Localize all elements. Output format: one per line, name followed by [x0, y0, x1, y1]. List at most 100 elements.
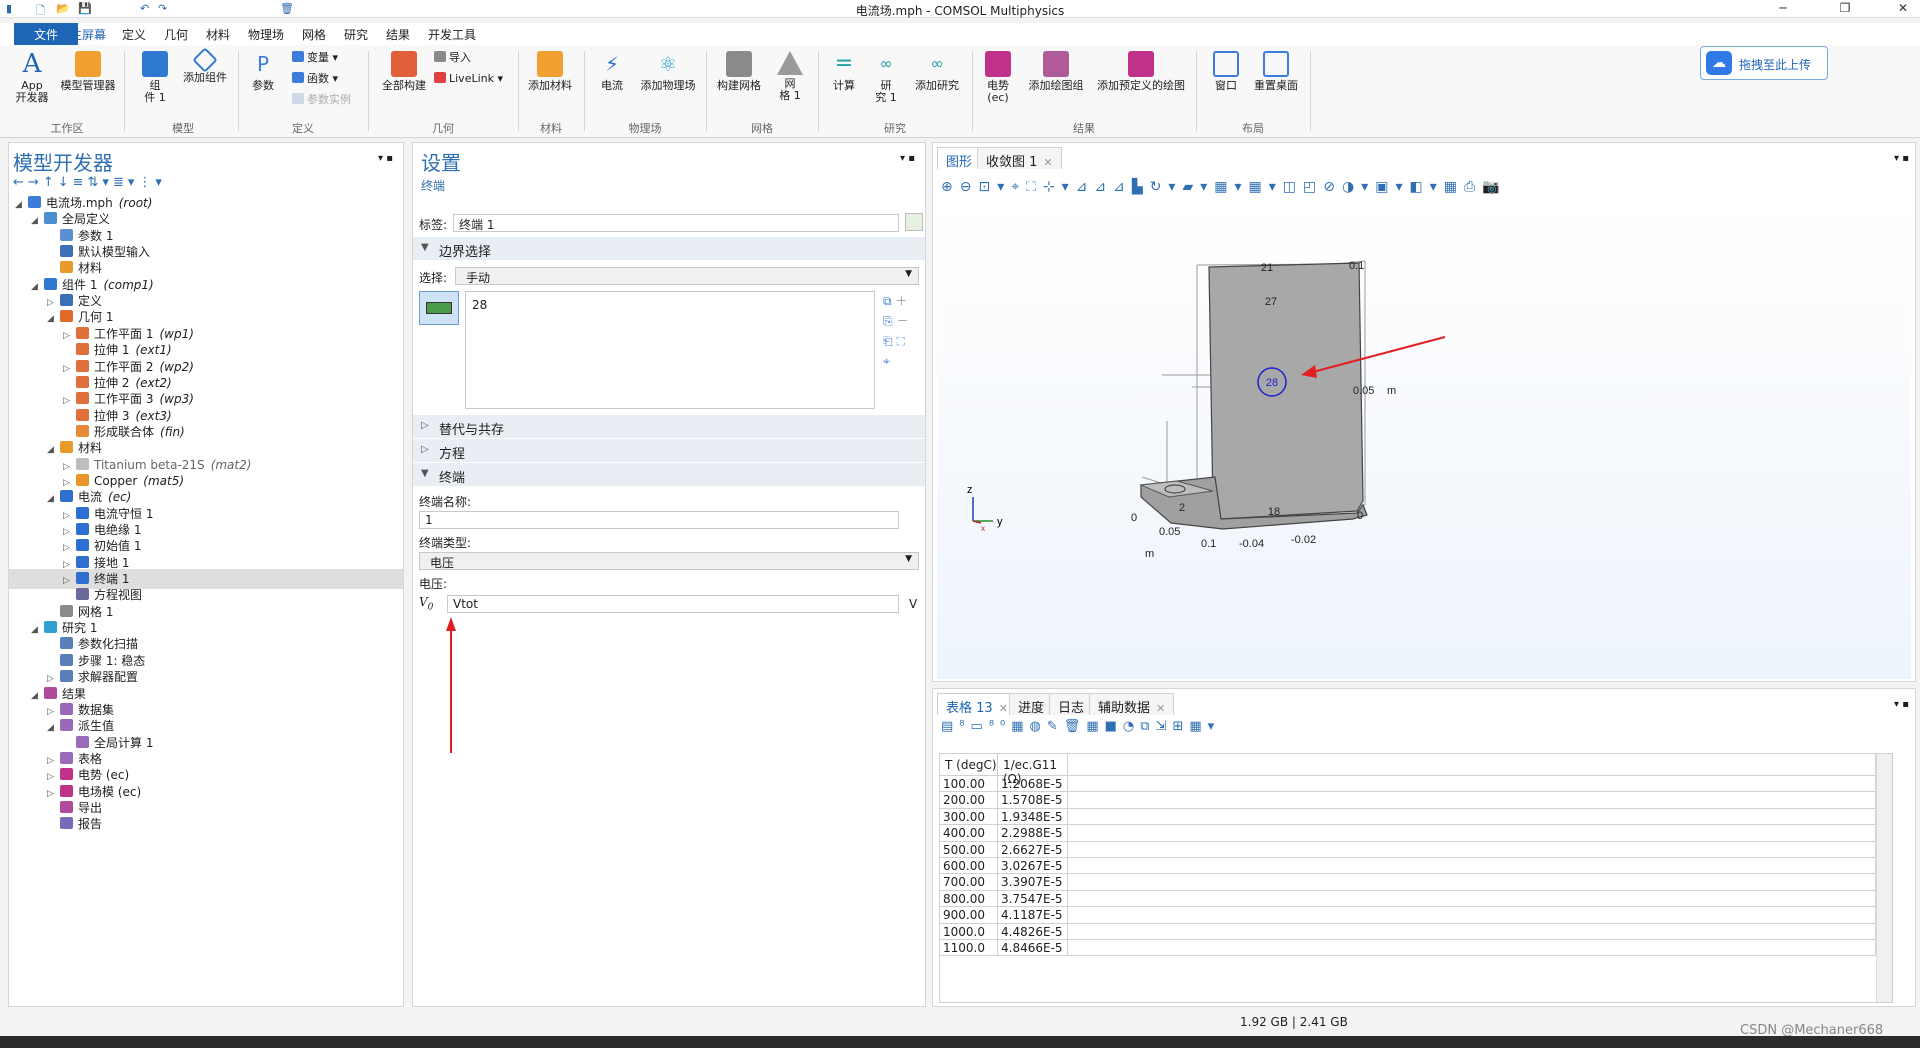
label-input[interactable]: 终端 1	[453, 214, 899, 232]
close-tab-icon[interactable]: ✕	[999, 702, 1008, 715]
table-scrollbar[interactable]	[1876, 754, 1892, 1002]
section-equation[interactable]: ▷ 方程	[413, 439, 925, 463]
axes-icon[interactable]: ⊹▾	[1043, 179, 1076, 195]
table-cell[interactable]: 800.00	[940, 890, 998, 908]
menu-geometry[interactable]: 几何	[164, 26, 188, 43]
build-mesh-button[interactable]: 构建网格	[712, 51, 766, 92]
clear-selection-icon[interactable]: ⎗	[883, 334, 893, 348]
table-cell[interactable]: 1.2068E-5	[998, 776, 1068, 793]
histogram-icon[interactable]: ◔	[1123, 719, 1140, 734]
print-icon[interactable]: ⎙	[1464, 179, 1482, 195]
add-component-button[interactable]: 添加组件	[178, 47, 232, 84]
add-plot-group-button[interactable]: 添加绘图组	[1024, 51, 1088, 92]
mesh-button[interactable]: 网格 1	[772, 51, 808, 102]
camera-view-icon[interactable]: ▰▾	[1182, 179, 1214, 195]
build-all-button[interactable]: 全部构建	[378, 51, 430, 92]
table-format-icon[interactable]: ▤	[941, 719, 959, 734]
menu-mesh[interactable]: 网格	[302, 26, 326, 43]
add-physics-button[interactable]: ⚛ 添加物理场	[636, 51, 700, 92]
terminal-type-dropdown[interactable]: 电压 ▼	[419, 552, 919, 570]
expand-icon[interactable]: ≣▾	[113, 175, 138, 190]
current-physics-button[interactable]: ⚡ 电流	[592, 51, 632, 92]
reset-desktop-button[interactable]: 重置桌面	[1250, 51, 1302, 92]
table-cell[interactable]: 1000.0	[940, 923, 998, 940]
scientific-icon[interactable]: ⁸	[989, 719, 1000, 734]
clear-icon[interactable]: ✎	[1047, 719, 1064, 734]
back-icon[interactable]: ←	[13, 175, 28, 190]
table-cell[interactable]: 900.00	[940, 907, 998, 924]
transpose-icon[interactable]: ⊞	[1172, 719, 1189, 734]
close-icon[interactable]: ✕	[1888, 1, 1918, 15]
table-cell[interactable]: 500.00	[940, 841, 998, 858]
table-cell[interactable]: 300.00	[940, 808, 998, 826]
auto-precision-icon[interactable]: ▭	[971, 719, 989, 734]
paste-selection-icon[interactable]: ⧉	[883, 294, 892, 308]
section-override[interactable]: ▷ 替代与共存	[413, 415, 925, 439]
copy-selection-icon[interactable]: ⎘	[883, 314, 893, 328]
add-study-button[interactable]: ∞ 添加研究	[910, 51, 964, 92]
table-cell[interactable]: 1.9348E-5	[998, 808, 1068, 826]
plot-icon[interactable]: ■	[1105, 719, 1123, 734]
tab-graphics[interactable]: 图形	[937, 147, 982, 170]
menu-home[interactable]: 主屏幕	[70, 26, 107, 47]
column-header-temperature[interactable]: T (degC)	[940, 754, 998, 776]
graphics-viewport[interactable]: 28 21 27 2 18 0.1 0.05 m 0 0 0.05 0.1 -0…	[937, 201, 1911, 679]
tab-convergence[interactable]: 收敛图 1 ✕	[977, 147, 1062, 170]
copy-table-icon[interactable]: ⧉	[1140, 719, 1155, 734]
menu-results[interactable]: 结果	[386, 26, 410, 43]
parameter-instance-button[interactable]: 参数实例	[292, 93, 351, 107]
transparency-icon[interactable]: ◫	[1283, 179, 1303, 195]
view-xy-icon[interactable]: ⊿	[1076, 179, 1095, 195]
view-3d-icon[interactable]: ▙	[1132, 179, 1150, 195]
table-cell[interactable]: 100.00	[940, 776, 998, 793]
rotate-icon[interactable]: ↻▾	[1150, 179, 1183, 195]
down-icon[interactable]: ↓	[58, 175, 73, 190]
menu-file[interactable]: 文件	[14, 23, 78, 45]
center-icon[interactable]: ⌖	[1011, 179, 1026, 195]
collapse-icon[interactable]: ⇅▾	[88, 175, 113, 190]
table-cell[interactable]: 2.2988E-5	[998, 825, 1068, 842]
import-button[interactable]: 导入	[434, 51, 471, 65]
tab-progress[interactable]: 进度	[1009, 693, 1054, 716]
fixed-icon[interactable]: ⁰	[1000, 719, 1011, 734]
close-tab-icon[interactable]: ✕	[1156, 702, 1165, 715]
tree-item[interactable]: 报告	[9, 814, 403, 834]
tab-aux-data[interactable]: 辅助数据 ✕	[1089, 693, 1175, 716]
table-cell[interactable]: 3.7547E-5	[998, 890, 1068, 908]
globe-icon[interactable]: ◍	[1030, 719, 1047, 734]
compute-button[interactable]: = 计算	[826, 51, 862, 92]
zoom-box-icon[interactable]: ⊡▾	[978, 179, 1011, 195]
voltage-input[interactable]: Vtot	[447, 595, 899, 613]
view-yz-icon[interactable]: ⊿	[1094, 179, 1113, 195]
panel-menu-icon[interactable]: ▾ ▪	[1894, 153, 1909, 164]
zoom-in-icon[interactable]: ⊕	[941, 179, 960, 195]
app-developer-button[interactable]: A App 开发器	[12, 51, 52, 104]
view-zx-icon[interactable]: ⊿	[1113, 179, 1132, 195]
potential-plot-button[interactable]: 电势 (ec)	[980, 51, 1016, 104]
table-cell[interactable]: 4.8466E-5	[998, 940, 1068, 957]
parameters-button[interactable]: P 参数	[248, 51, 278, 92]
table-cell[interactable]: 3.0267E-5	[998, 858, 1068, 875]
render-icon[interactable]: ◑▾	[1342, 179, 1375, 195]
remove-icon[interactable]: －	[896, 314, 908, 328]
add-icon[interactable]: ＋	[895, 294, 907, 308]
table-cell[interactable]: 200.00	[940, 792, 998, 809]
livelink-button[interactable]: LiveLink ▾	[434, 72, 503, 86]
forward-icon[interactable]: →	[28, 175, 43, 190]
table-view-icon[interactable]: ▦	[1086, 719, 1104, 734]
window-button[interactable]: 窗口	[1208, 51, 1244, 92]
table-cell[interactable]: 400.00	[940, 825, 998, 842]
functions-button[interactable]: 函数 ▾	[292, 72, 338, 86]
selection-list-item[interactable]: 28	[466, 292, 874, 318]
precision-icon[interactable]: ⁸	[959, 719, 970, 734]
menu-physics[interactable]: 物理场	[248, 26, 284, 43]
zoom-extents-icon[interactable]: ⛶	[1026, 179, 1043, 195]
section-terminal[interactable]: ▼ 终端	[413, 463, 925, 487]
study-button[interactable]: ∞ 研究 1	[868, 51, 904, 104]
tab-log[interactable]: 日志	[1049, 693, 1094, 716]
select-domain-icon[interactable]: ▦▾	[1249, 179, 1283, 195]
variables-button[interactable]: 变量 ▾	[292, 51, 338, 65]
up-icon[interactable]: ↑	[43, 175, 58, 190]
grid-table-icon[interactable]: ▦▾	[1189, 719, 1220, 734]
tab-table-13[interactable]: 表格 13 ✕	[937, 693, 1017, 716]
